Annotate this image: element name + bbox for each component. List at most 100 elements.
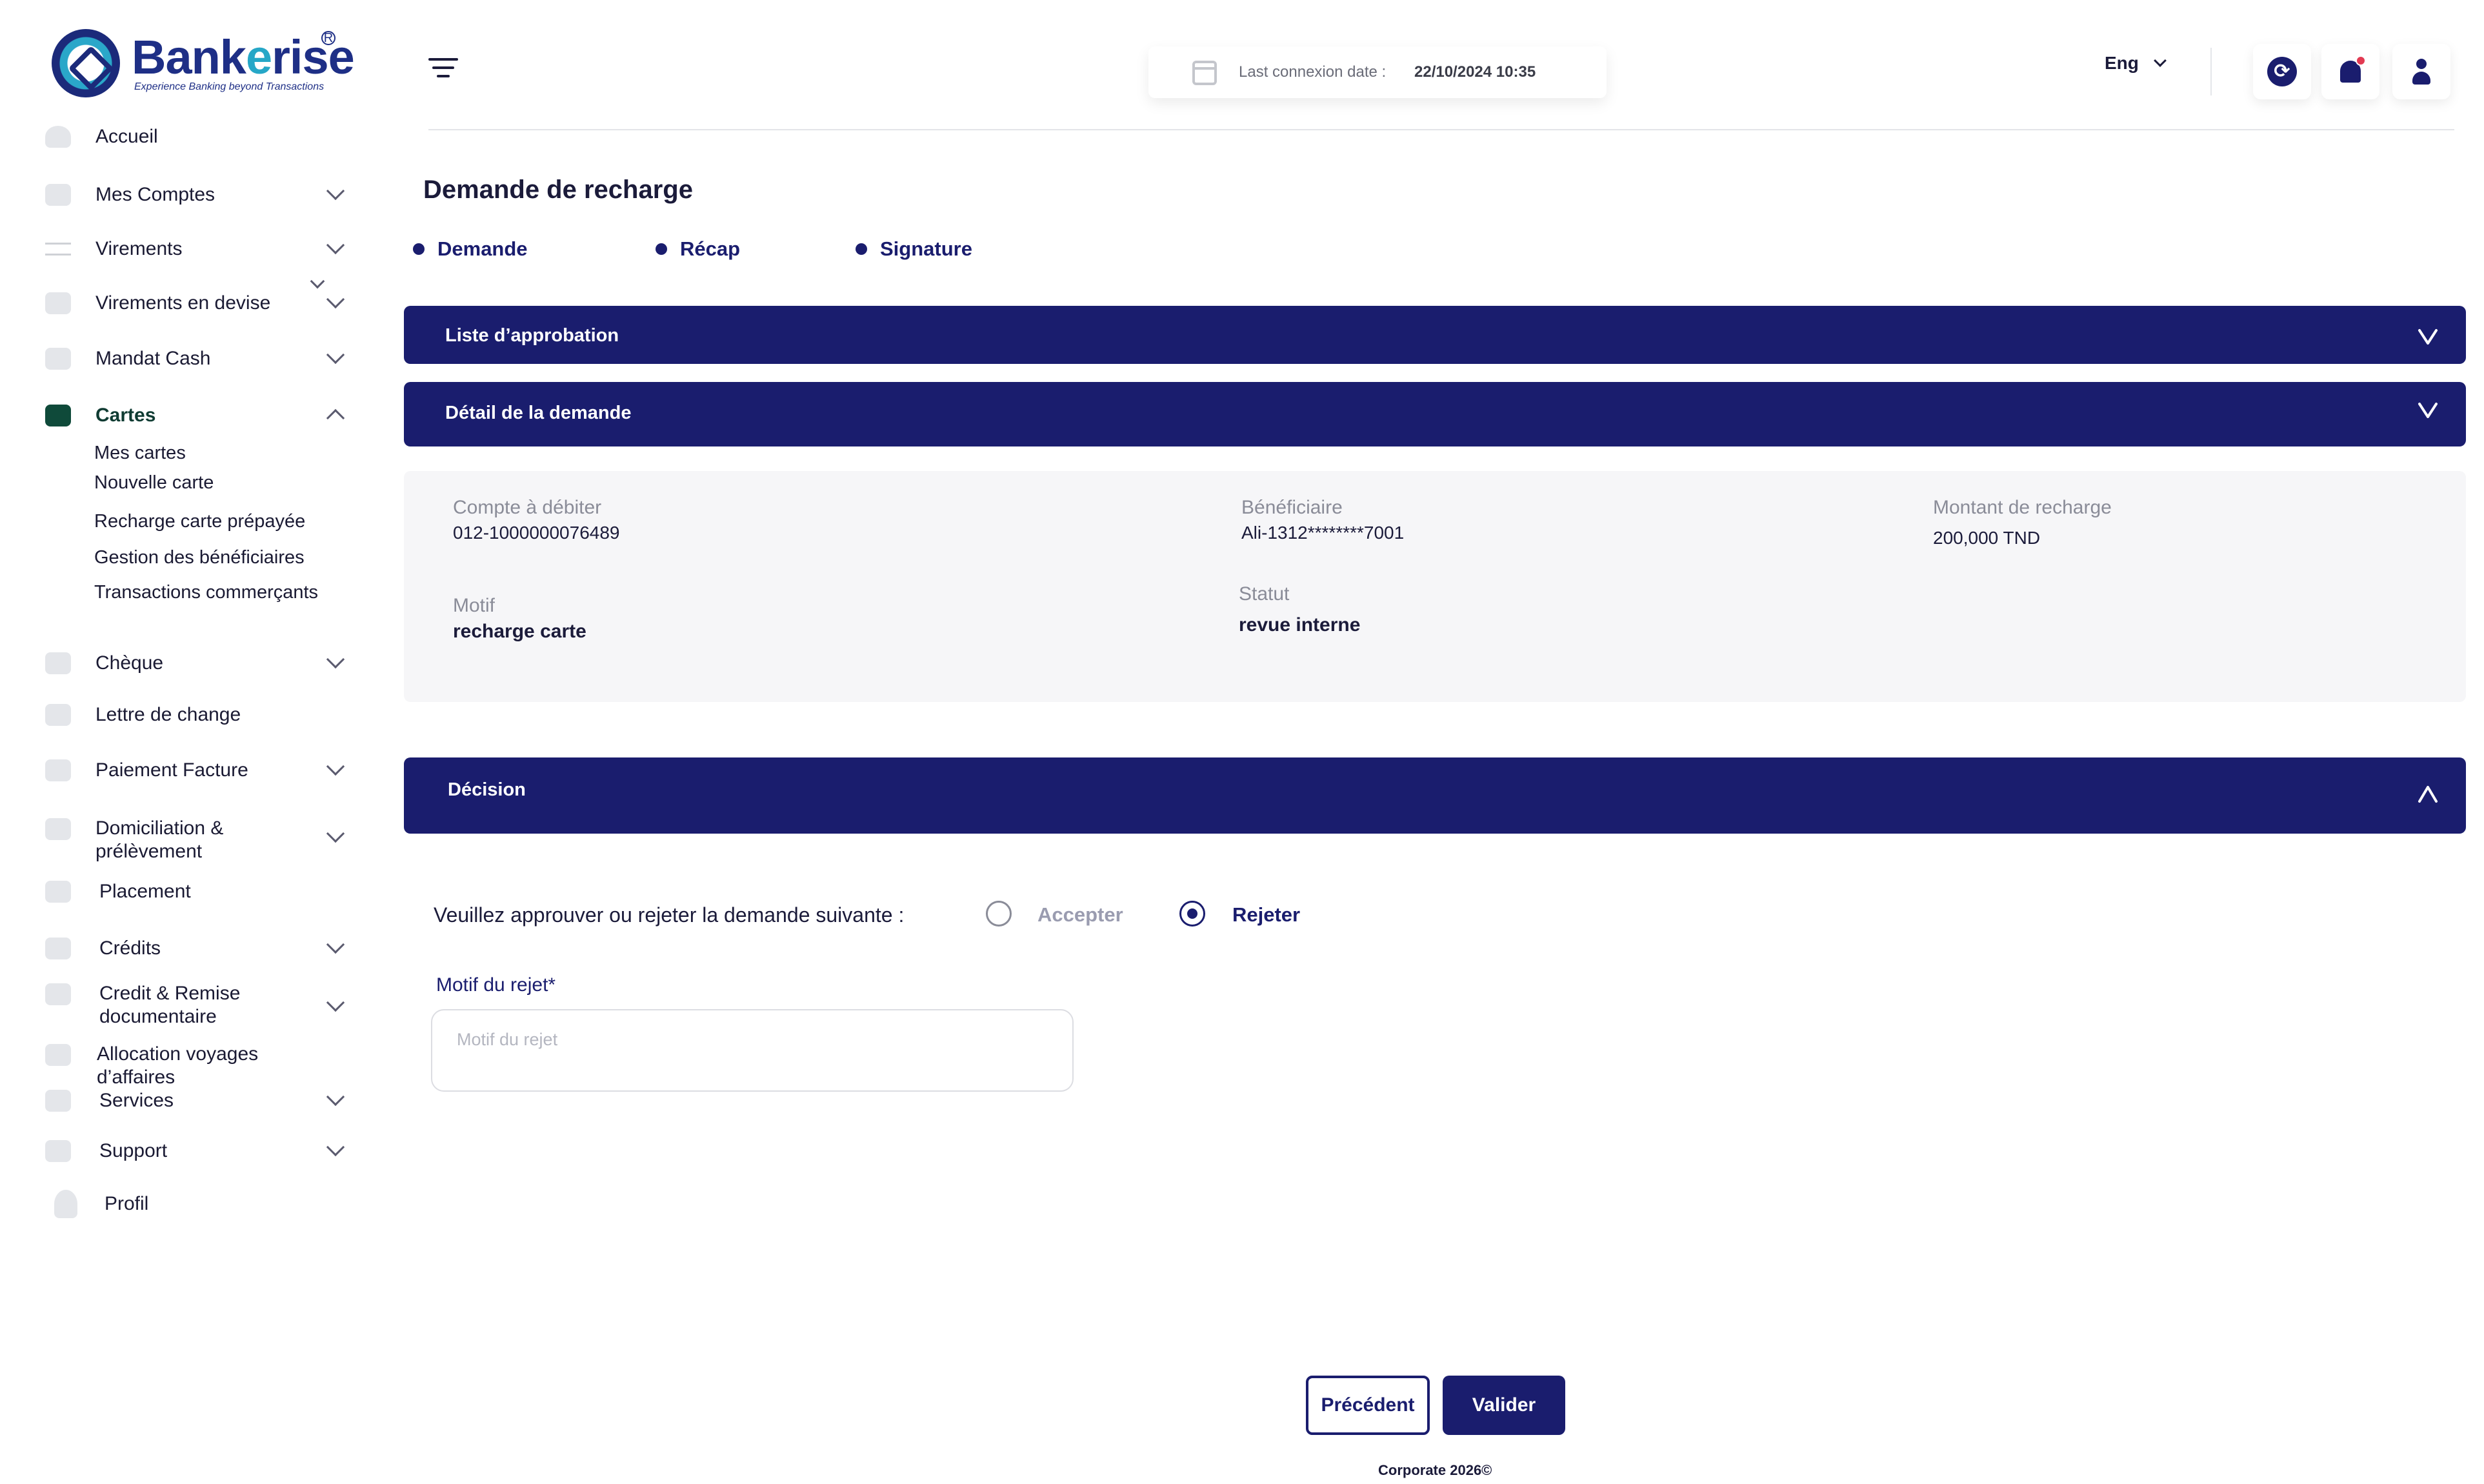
request-detail-accordion[interactable]: Détail de la demande	[404, 382, 2466, 446]
chevron-down-icon	[2417, 399, 2439, 421]
menu-toggle-button[interactable]	[428, 58, 458, 84]
chevron-down-icon	[326, 236, 345, 255]
notifications-button[interactable]	[2321, 44, 2379, 99]
language-label: Eng	[2105, 53, 2139, 73]
envelope-icon	[45, 348, 71, 370]
previous-button[interactable]: Précédent	[1306, 1376, 1430, 1435]
header-divider	[428, 129, 2454, 130]
user-menu-button[interactable]	[2392, 44, 2450, 99]
chevron-down-icon	[326, 290, 345, 309]
sub-item-mes-cartes[interactable]: Mes cartes	[94, 443, 186, 464]
sub-item-recharge-carte[interactable]: Recharge carte prépayée	[94, 511, 305, 532]
step-demande[interactable]: Demande	[413, 237, 528, 261]
user-icon	[54, 1190, 77, 1218]
accept-label[interactable]: Accepter	[1037, 903, 1123, 927]
last-connexion-label: Last connexion date :	[1239, 63, 1387, 81]
sidebar-item-mes-comptes[interactable]: Mes Comptes	[45, 175, 355, 214]
sidebar-item-accueil[interactable]: Accueil	[45, 117, 355, 156]
request-detail-panel: Compte à débiter 012-1000000076489 Bénéf…	[404, 471, 2466, 702]
sub-item-nouvelle-carte[interactable]: Nouvelle carte	[94, 472, 214, 494]
menu-line	[432, 66, 454, 69]
reject-label[interactable]: Rejeter	[1232, 903, 1300, 927]
decision-label: Décision	[448, 779, 526, 800]
chevron-down-icon	[326, 650, 345, 669]
sidebar-item-label: Cartes	[95, 405, 156, 426]
sync-icon: ⟳	[2267, 57, 2297, 86]
chevron-down-icon	[2153, 54, 2167, 67]
sidebar-item-label: Allocation voyages	[97, 1043, 259, 1065]
chevron-down-icon	[326, 757, 345, 776]
home-icon	[45, 126, 71, 148]
chevron-down-icon	[326, 993, 345, 1012]
sidebar-item-paiement-facture[interactable]: Paiement Facture	[45, 751, 355, 790]
reject-radio[interactable]	[1179, 901, 1205, 927]
chevron-down-icon	[326, 181, 345, 201]
request-detail-label: Détail de la demande	[445, 403, 632, 423]
step-recap[interactable]: Récap	[656, 237, 740, 261]
sidebar-item-label: Credit & Remise	[99, 983, 241, 1004]
invoice-icon	[45, 759, 71, 781]
decision-accordion[interactable]: Décision	[404, 757, 2466, 834]
sidebar-item-credit-remise[interactable]: Credit & Remise documentaire	[45, 982, 355, 1027]
sidebar-item-lettre-de-change[interactable]: Lettre de change	[45, 696, 355, 734]
envelope-icon	[45, 818, 71, 840]
chevron-up-icon	[2417, 783, 2439, 805]
last-connexion-box: Last connexion date : 22/10/2024 10:35	[1148, 46, 1607, 98]
sidebar-item-label: Domiciliation &	[95, 817, 224, 839]
montant-label: Montant de recharge	[1933, 497, 2112, 518]
support-icon	[45, 1140, 71, 1162]
step-label: Récap	[680, 237, 741, 260]
step-signature[interactable]: Signature	[856, 237, 972, 261]
logo-mark-icon	[52, 29, 120, 97]
chevron-down-icon	[326, 345, 345, 365]
step-label: Signature	[880, 237, 972, 260]
sync-button[interactable]: ⟳	[2253, 44, 2311, 99]
sidebar-item-credits[interactable]: Crédits	[45, 929, 355, 968]
bankerise-logo[interactable]: Bankerise R Experience Banking beyond Tr…	[52, 26, 355, 103]
sidebar-item-cartes[interactable]: Cartes	[45, 396, 355, 435]
sidebar: Bankerise R Experience Banking beyond Tr…	[0, 0, 387, 1484]
footer-copyright: Corporate 2026©	[1378, 1462, 1492, 1478]
sidebar-item-virements[interactable]: Virements	[45, 230, 355, 268]
sub-item-transactions-commercants[interactable]: Transactions commerçants	[94, 582, 318, 603]
cheque-icon	[45, 652, 71, 674]
motif-label: Motif	[453, 595, 496, 616]
sidebar-item-profil[interactable]: Profil	[45, 1185, 355, 1223]
sidebar-item-label: Virements en devise	[95, 292, 271, 314]
sidebar-item-label: Virements	[95, 238, 183, 259]
accept-radio[interactable]	[986, 901, 1012, 927]
reject-reason-input[interactable]	[431, 1009, 1074, 1092]
sidebar-item-label: Lettre de change	[95, 704, 241, 725]
envelope-icon	[45, 704, 71, 726]
chevron-down-icon	[326, 1138, 345, 1157]
validate-button[interactable]: Valider	[1443, 1376, 1565, 1435]
chevron-down-icon	[326, 1087, 345, 1107]
sidebar-item-label: Profil	[105, 1193, 149, 1214]
sidebar-item-label: Mandat Cash	[95, 348, 211, 369]
sidebar-item-services[interactable]: Services	[45, 1081, 355, 1120]
sidebar-item-domiciliation[interactable]: Domiciliation & prélèvement	[45, 817, 355, 862]
header-separator	[2210, 48, 2212, 95]
sidebar-item-label-line2: documentaire	[99, 1006, 217, 1027]
page-title: Demande de recharge	[423, 175, 693, 204]
language-selector[interactable]: Eng	[2105, 53, 2167, 74]
sidebar-item-label: Support	[99, 1140, 168, 1161]
sub-item-gestion-beneficiaires[interactable]: Gestion des bénéficiaires	[94, 547, 305, 568]
sidebar-item-label: Services	[99, 1090, 174, 1111]
chevron-up-icon	[326, 408, 345, 428]
menu-line	[428, 58, 458, 61]
sidebar-item-virements-devise[interactable]: Virements en devise	[45, 284, 355, 323]
sidebar-item-support[interactable]: Support	[45, 1132, 355, 1170]
envelope-icon	[45, 1044, 71, 1066]
sidebar-item-placement[interactable]: Placement	[45, 872, 355, 911]
approval-list-accordion[interactable]: Liste d’approbation	[404, 306, 2466, 364]
sidebar-item-label: Mes Comptes	[95, 184, 215, 205]
sidebar-item-cheque[interactable]: Chèque	[45, 644, 355, 683]
calendar-icon	[1192, 61, 1217, 85]
beneficiaire-value: Ali-1312********7001	[1241, 523, 1405, 543]
approval-list-label: Liste d’approbation	[445, 325, 619, 346]
sidebar-item-label-line2: prélèvement	[95, 841, 203, 862]
sidebar-item-mandat-cash[interactable]: Mandat Cash	[45, 339, 355, 378]
currency-icon	[45, 292, 71, 314]
chart-icon	[45, 881, 71, 903]
